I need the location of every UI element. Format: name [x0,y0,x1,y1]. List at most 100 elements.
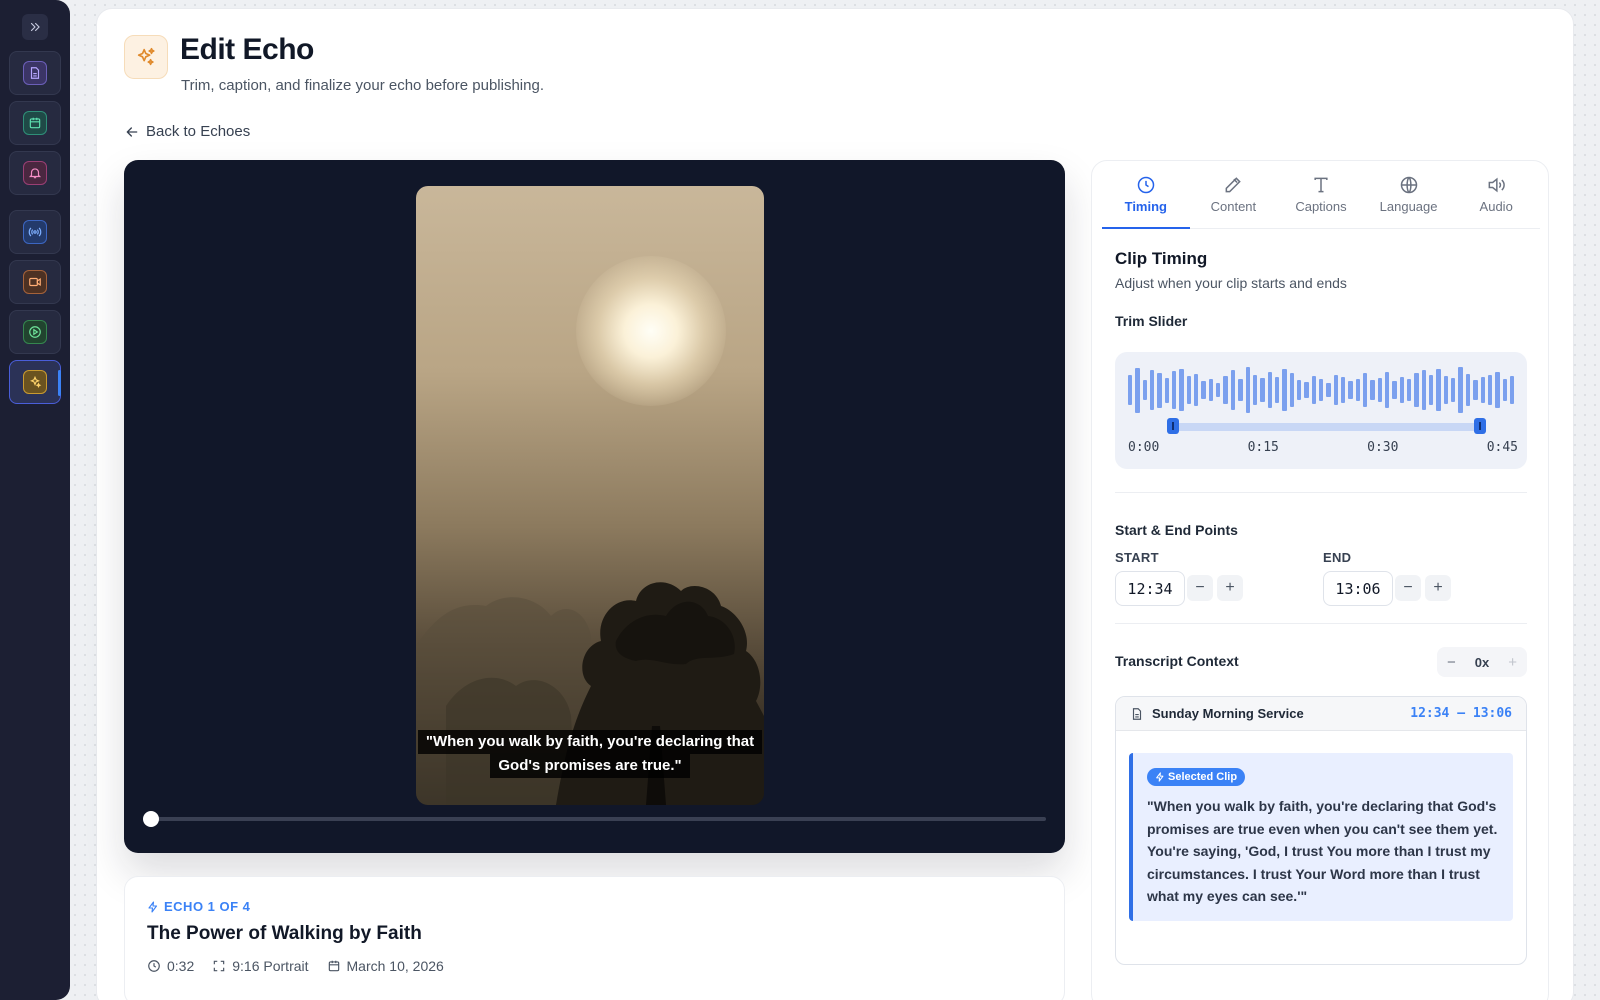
tab-language-label: Language [1379,199,1438,214]
context-decrease-button[interactable]: − [1447,654,1456,671]
waveform-bar [1348,381,1353,399]
start-decrement-button[interactable]: − [1187,575,1213,601]
sparkles-icon [30,375,42,389]
echo-duration: 0:32 [147,958,194,974]
end-increment-button[interactable]: + [1425,575,1451,601]
page-title: Edit Echo [180,33,314,66]
waveform-bar [1414,373,1419,407]
sidebar-item-live[interactable] [9,210,61,254]
waveform-bar [1421,370,1427,410]
sidebar-item-video[interactable] [9,260,61,304]
waveform-bar [1502,379,1507,401]
waveform-bar [1296,380,1302,400]
selected-clip-badge-label: Selected Clip [1168,771,1238,783]
video-icon [29,277,41,287]
waveform-bar [1399,377,1405,403]
waveform-bar [1238,379,1243,401]
sidebar-item-calendar[interactable] [9,101,61,145]
echo-title: The Power of Walking by Faith [147,923,422,944]
arrow-left-icon [126,126,138,137]
context-increase-button[interactable]: + [1508,654,1517,671]
tab-timing-label: Timing [1124,199,1167,214]
waveform-bar [1465,374,1471,406]
main-content: Edit Echo Trim, caption, and finalize yo… [96,8,1574,1000]
waveform-bar [1260,378,1265,402]
selected-clip-badge: Selected Clip [1147,768,1246,786]
echo-format: 9:16 Portrait [212,958,309,974]
waveform-bar [1150,370,1155,410]
transcript-header: Sunday Morning Service 12:34 – 13:06 [1116,697,1526,731]
tick-label: 0:30 [1367,440,1399,455]
waveform-bar [1370,380,1375,400]
bolt-icon [148,900,158,913]
waveform-bar [1377,378,1383,402]
start-time-input[interactable]: 12:34 [1115,571,1185,606]
sidebar-item-notifications[interactable] [9,151,61,195]
echo-meta: 0:32 9:16 Portrait March 10, 2026 [147,958,444,974]
waveform-bar [1495,372,1500,408]
echo-duration-value: 0:32 [167,958,195,974]
start-label: START [1115,550,1159,565]
waveform-bar [1267,372,1272,408]
video-scrubber[interactable] [143,811,1046,827]
end-time-input[interactable]: 13:06 [1323,571,1393,606]
tick-label: 0:00 [1128,440,1160,455]
edit-icon [1225,177,1242,193]
clock-icon [1137,176,1155,194]
document-icon [30,67,40,79]
tab-language[interactable]: Language [1365,161,1453,228]
start-end-title: Start & End Points [1115,522,1238,538]
tab-captions[interactable]: Captions [1277,161,1365,228]
scrubber-handle[interactable] [143,811,159,827]
trim-ticks: 0:00 0:15 0:30 0:45 [1128,440,1518,455]
tab-content-label: Content [1210,199,1257,214]
tab-audio[interactable]: Audio [1452,161,1540,228]
waveform-bar [1172,371,1177,409]
caption-line-1: "When you walk by faith, you're declarin… [417,730,763,754]
waveform-bar [1318,379,1324,401]
selected-clip: Selected Clip "When you walk by faith, y… [1129,753,1513,921]
waveform-bar [1333,375,1338,405]
caption-line-2: God's promises are true." [490,754,690,778]
echo-format-value: 9:16 Portrait [232,958,309,974]
end-decrement-button[interactable]: − [1395,575,1421,601]
tab-timing[interactable]: Timing [1102,161,1190,229]
end-label: END [1323,550,1352,565]
globe-icon [1400,176,1417,194]
waveform-bar [1252,375,1258,405]
echo-info-card: ECHO 1 OF 4 The Power of Walking by Fait… [124,876,1065,1000]
audio-waveform [1128,367,1515,413]
waveform-bar [1480,377,1485,403]
play-circle-icon [29,326,41,338]
trim-end-handle[interactable] [1474,418,1486,434]
waveform-bar [1340,377,1346,403]
trim-slider[interactable]: 0:00 0:15 0:30 0:45 [1115,352,1527,469]
trim-slider-label: Trim Slider [1115,313,1188,329]
trim-start-handle[interactable] [1167,418,1179,434]
waveform-bar [1509,376,1515,404]
waveform-bar [1363,373,1368,407]
sidebar-item-echoes[interactable] [9,360,61,404]
clock-icon [148,960,160,972]
sidebar-toggle-button[interactable] [22,14,48,40]
echo-date-value: March 10, 2026 [346,958,444,974]
waveform-bar [1473,380,1478,400]
edit-tabs: Timing Content Captions Language Audio [1102,161,1540,229]
start-increment-button[interactable]: + [1217,575,1243,601]
waveform-bar [1436,369,1441,411]
transcript-box: Sunday Morning Service 12:34 – 13:06 Sel… [1115,696,1527,965]
sidebar-item-documents[interactable] [9,51,61,95]
sidebar-item-play[interactable] [9,310,61,354]
video-caption: "When you walk by faith, you're declarin… [416,730,764,778]
waveform-bar [1407,379,1412,401]
sidebar-active-indicator [58,370,61,396]
waveform-bar [1179,369,1184,411]
waveform-bar [1355,379,1360,401]
back-link[interactable]: Back to Echoes [124,123,250,140]
selected-clip-text: "When you walk by faith, you're declarin… [1147,798,1498,904]
waveform-bar [1223,376,1228,404]
tab-content[interactable]: Content [1190,161,1278,228]
edit-panel: Timing Content Captions Language Audio C… [1091,160,1549,1000]
video-preview[interactable]: "When you walk by faith, you're declarin… [124,160,1065,853]
waveform-bar [1245,367,1250,413]
